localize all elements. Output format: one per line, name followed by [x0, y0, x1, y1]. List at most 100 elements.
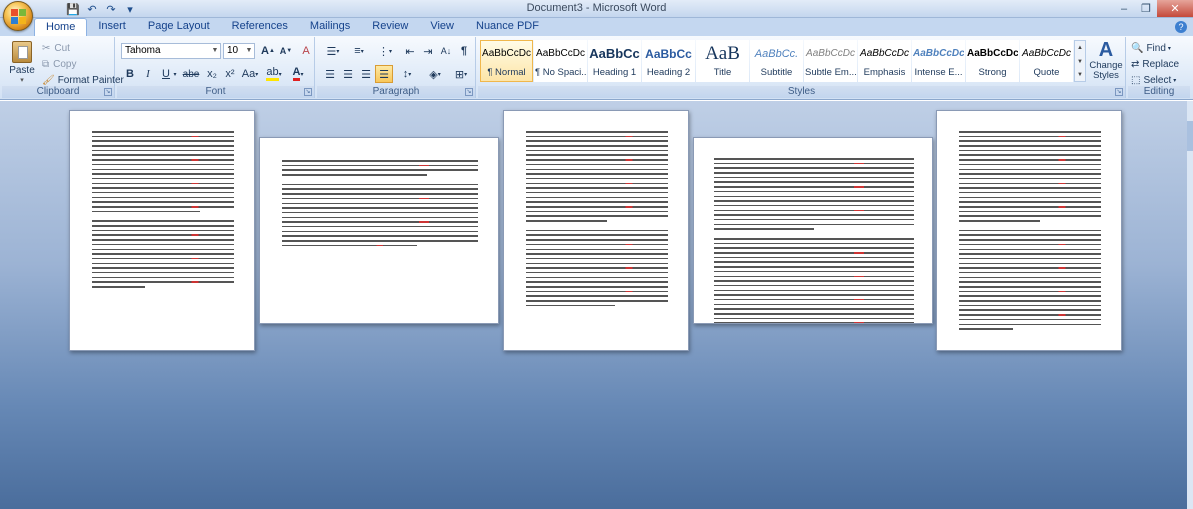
- text-line: [959, 257, 1101, 260]
- text-line: [526, 196, 668, 199]
- italic-button[interactable]: I: [139, 65, 157, 83]
- styles-launcher-icon[interactable]: ↘: [1115, 88, 1123, 96]
- bullets-icon[interactable]: ☰ ▾: [321, 42, 345, 60]
- gallery-up-icon[interactable]: ▲: [1075, 41, 1085, 55]
- font-launcher-icon[interactable]: ↘: [304, 88, 312, 96]
- clear-formatting-button[interactable]: A: [297, 42, 315, 60]
- tab-references[interactable]: References: [221, 18, 299, 36]
- show-formatting-icon[interactable]: ¶: [455, 42, 473, 60]
- scissors-icon: ✂: [42, 42, 51, 54]
- style-subtitle[interactable]: AaBbCc. Subtitle: [750, 40, 803, 82]
- style-heading-2[interactable]: AaBbCc Heading 2: [642, 40, 695, 82]
- text-line: [959, 206, 1101, 208]
- sort-icon[interactable]: A↓: [437, 42, 455, 60]
- paste-icon: [12, 41, 32, 63]
- font-size-combo[interactable]: 10 ▼: [223, 43, 255, 59]
- align-center-icon[interactable]: ☰: [339, 65, 357, 83]
- text-line: [526, 131, 668, 133]
- text-line: [282, 174, 428, 176]
- align-left-icon[interactable]: ☰: [321, 65, 339, 83]
- gallery-down-icon[interactable]: ▼: [1075, 55, 1085, 69]
- decrease-indent-icon[interactable]: ⇤: [401, 42, 419, 60]
- shading-icon[interactable]: ◈ ▾: [423, 65, 447, 83]
- text-line: [282, 240, 478, 242]
- text-line: [92, 253, 234, 255]
- superscript-button[interactable]: x²: [221, 65, 239, 83]
- grow-font-button[interactable]: A ▲: [259, 42, 277, 60]
- strikethrough-button[interactable]: abe: [181, 65, 201, 83]
- change-styles-button[interactable]: A Change Styles: [1088, 39, 1124, 84]
- style-strong[interactable]: AaBbCcDc Strong: [966, 40, 1019, 82]
- justify-icon[interactable]: ☰: [375, 65, 393, 83]
- tab-page-layout[interactable]: Page Layout: [137, 18, 221, 36]
- align-right-icon[interactable]: ☰: [357, 65, 375, 83]
- text-line: [92, 267, 234, 269]
- style-no-spacing[interactable]: AaBbCcDc ¶ No Spaci...: [534, 40, 587, 82]
- text-line: [714, 195, 914, 197]
- tab-view[interactable]: View: [419, 18, 465, 36]
- style-intense-emphasis[interactable]: AaBbCcDc Intense E...: [912, 40, 965, 82]
- styles-group-label: Styles: [478, 86, 1125, 98]
- text-line: [959, 196, 1101, 199]
- numbering-icon[interactable]: ≡ ▾: [347, 42, 371, 60]
- page-text: [282, 160, 478, 249]
- text-line: [282, 164, 478, 167]
- maximize-icon[interactable]: ❐: [1135, 0, 1157, 17]
- clipboard-launcher-icon[interactable]: ↘: [104, 88, 112, 96]
- font-color-button[interactable]: A ▾: [287, 65, 309, 83]
- minimize-icon[interactable]: –: [1113, 0, 1135, 17]
- style-heading-1[interactable]: AaBbCc Heading 1: [588, 40, 641, 82]
- increase-indent-icon[interactable]: ⇥: [419, 42, 437, 60]
- page-4[interactable]: [693, 137, 933, 324]
- line-spacing-icon[interactable]: ↕ ▾: [395, 65, 419, 83]
- text-line: [526, 234, 668, 236]
- page-3[interactable]: [503, 110, 689, 351]
- text-line: [526, 201, 668, 203]
- highlight-button[interactable]: ab ▾: [263, 65, 285, 83]
- page-2[interactable]: [259, 137, 499, 324]
- bold-button[interactable]: B: [121, 65, 139, 83]
- paste-button[interactable]: Paste ▾: [6, 39, 38, 84]
- style-quote[interactable]: AaBbCcDc Quote: [1020, 40, 1073, 82]
- vertical-scrollbar[interactable]: [1187, 101, 1193, 509]
- copy-icon: ⧉: [42, 58, 50, 70]
- underline-dropdown-icon[interactable]: ▾: [171, 65, 179, 83]
- tab-review[interactable]: Review: [361, 18, 419, 36]
- text-line: [959, 145, 1101, 147]
- text-line: [714, 294, 914, 296]
- subscript-button[interactable]: x₂: [203, 65, 221, 83]
- tab-home[interactable]: Home: [34, 18, 88, 36]
- text-line: [526, 145, 668, 147]
- text-line: [959, 281, 1101, 283]
- ribbon-tab-bar: Home Insert Page Layout References Maili…: [0, 18, 1193, 36]
- gallery-more-icon[interactable]: ▼: [1075, 69, 1085, 81]
- tab-mailings[interactable]: Mailings: [299, 18, 361, 36]
- office-button[interactable]: [3, 1, 33, 31]
- scroll-thumb[interactable]: [1187, 121, 1193, 151]
- text-line: [282, 188, 478, 190]
- text-line: [282, 216, 478, 219]
- change-case-button[interactable]: Aa ▾: [239, 65, 261, 83]
- font-name-combo[interactable]: Tahoma ▼: [121, 43, 221, 59]
- shrink-font-button[interactable]: A ▼: [277, 42, 295, 60]
- multilevel-list-icon[interactable]: ⋮ ▾: [373, 42, 397, 60]
- style-subtle-emphasis[interactable]: AaBbCcDc Subtle Em...: [804, 40, 857, 82]
- page-5[interactable]: [936, 110, 1122, 351]
- text-line: [959, 131, 1101, 133]
- style-title[interactable]: AaB Title: [696, 40, 749, 82]
- borders-icon[interactable]: ⊞ ▾: [449, 65, 473, 83]
- style-normal[interactable]: AaBbCcDc ¶ Normal: [480, 40, 533, 82]
- text-line: [959, 220, 1040, 222]
- text-line: [282, 160, 478, 162]
- tab-nuance-pdf[interactable]: Nuance PDF: [465, 18, 550, 36]
- style-emphasis[interactable]: AaBbCcDc Emphasis: [858, 40, 911, 82]
- text-line: [526, 253, 668, 255]
- help-icon[interactable]: ?: [1175, 21, 1187, 33]
- text-line: [959, 191, 1101, 194]
- text-line: [714, 214, 914, 216]
- paragraph-launcher-icon[interactable]: ↘: [465, 88, 473, 96]
- page-1[interactable]: [69, 110, 255, 351]
- tab-insert[interactable]: Insert: [87, 18, 137, 36]
- text-line: [959, 290, 1101, 293]
- close-icon[interactable]: ✕: [1157, 0, 1193, 17]
